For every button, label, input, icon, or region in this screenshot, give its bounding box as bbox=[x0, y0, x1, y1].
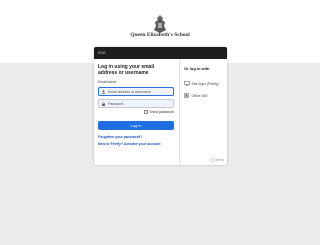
firefly-brand: firefly bbox=[209, 158, 224, 162]
firefly-brand-label: firefly bbox=[215, 158, 224, 162]
show-password-toggle[interactable]: Show password bbox=[98, 110, 174, 114]
email-placeholder: Email address or username bbox=[108, 89, 151, 94]
sso-office-365-button[interactable]: Office 365 bbox=[184, 93, 223, 98]
user-icon bbox=[101, 89, 106, 94]
login-card: ENG Log in using your email address or u… bbox=[94, 47, 227, 165]
lock-icon bbox=[102, 101, 105, 106]
forgot-password-link[interactable]: Forgotten your password? bbox=[98, 135, 175, 139]
username-login-section: Log in using your email address or usern… bbox=[94, 59, 179, 165]
sso-site-login-button[interactable]: Site login (Firefly) bbox=[184, 81, 223, 86]
or-login-with-heading: Or log in with bbox=[184, 66, 210, 71]
card-header: ENG bbox=[94, 47, 227, 59]
show-password-checkbox[interactable] bbox=[144, 110, 148, 114]
activate-account-link[interactable]: New to Firefly? Activate your account bbox=[98, 142, 175, 146]
email-field[interactable]: Email address or username bbox=[98, 87, 174, 96]
show-password-label: Show password bbox=[149, 110, 174, 114]
sso-office-365-label: Office 365 bbox=[191, 93, 208, 98]
office-365-icon bbox=[184, 93, 189, 98]
firefly-logo-icon bbox=[209, 158, 215, 162]
sso-section: Or log in with Site login (Firefly) Offi… bbox=[179, 59, 227, 165]
field-label: Email/name bbox=[98, 80, 117, 84]
school-crest-icon bbox=[154, 15, 166, 33]
login-title: Log in using your email address or usern… bbox=[98, 64, 155, 76]
site-login-icon bbox=[184, 81, 190, 86]
school-name: Queen Elizabeth's School bbox=[130, 32, 190, 38]
password-field[interactable]: Password bbox=[98, 99, 174, 108]
password-placeholder: Password bbox=[108, 101, 124, 106]
language-indicator[interactable]: ENG bbox=[98, 51, 106, 55]
login-button[interactable]: Log in bbox=[98, 121, 174, 130]
sso-site-login-label: Site login (Firefly) bbox=[191, 81, 219, 86]
